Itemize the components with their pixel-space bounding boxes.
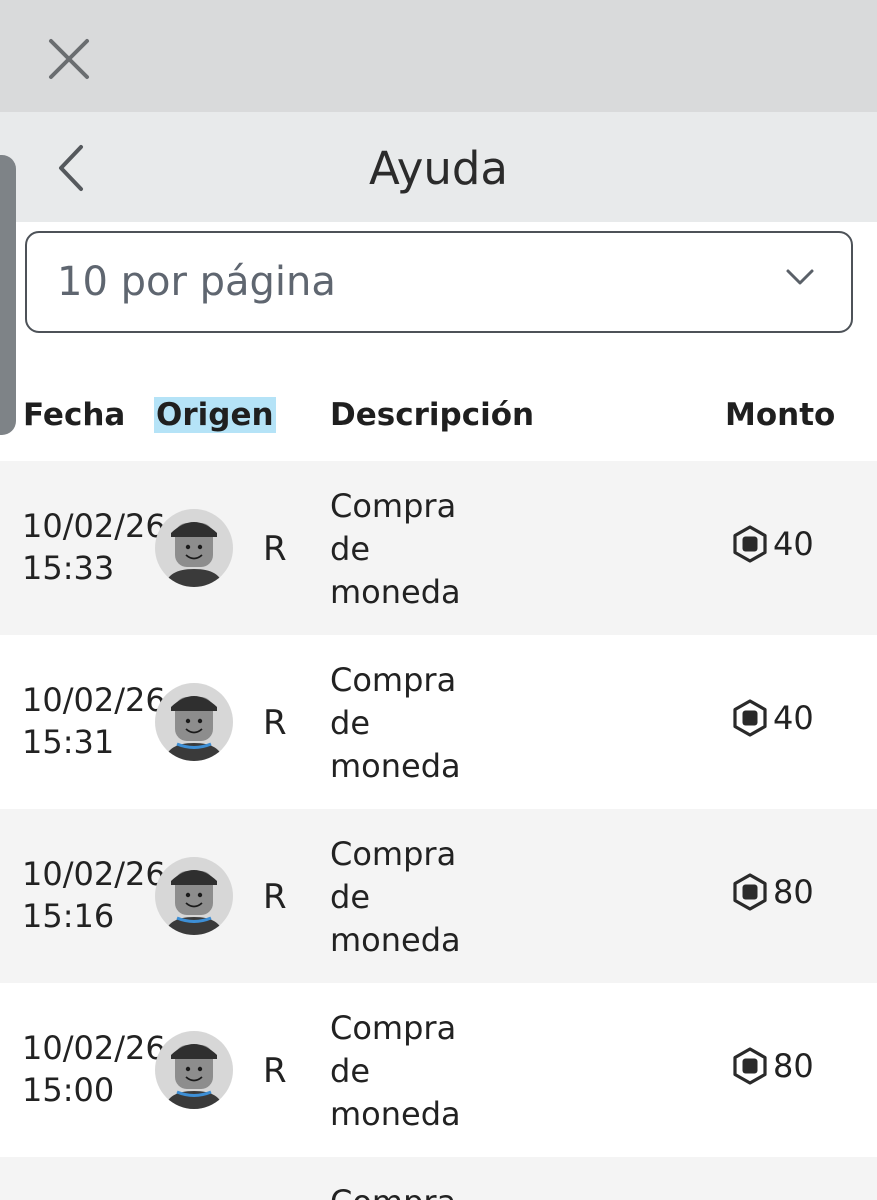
- desc-line: de: [330, 530, 370, 568]
- amount-value: 40: [773, 699, 814, 737]
- close-button[interactable]: [44, 34, 94, 84]
- row-date: 10/02/26 15:31: [22, 679, 166, 763]
- row-date-time: 15:33: [22, 549, 115, 587]
- row-date-day: 10/02/26: [22, 681, 166, 719]
- modal-top-bar: [0, 0, 877, 112]
- desc-line: Compra: [330, 1181, 530, 1200]
- row-description: Compra de moneda: [330, 485, 530, 614]
- origin-label: R: [263, 1051, 287, 1091]
- column-header-date[interactable]: Fecha: [23, 397, 125, 433]
- desc-line: de: [330, 704, 370, 742]
- amount-value: 80: [773, 1047, 814, 1085]
- desc-line: moneda: [330, 1095, 461, 1133]
- row-amount: 80: [731, 873, 814, 911]
- row-date-day: 10/02/26: [22, 855, 166, 893]
- avatar: [155, 683, 233, 761]
- row-date: 10/02/26 15:16: [22, 853, 166, 937]
- desc-line: Compra: [330, 487, 457, 525]
- desc-line: moneda: [330, 747, 461, 785]
- avatar-icon: [165, 696, 223, 761]
- robux-icon: [733, 699, 767, 737]
- side-scroll-tab[interactable]: [0, 155, 16, 435]
- column-header-origin[interactable]: Origen: [154, 397, 276, 433]
- row-description: Compra de moneda: [330, 1007, 530, 1136]
- column-header-amount[interactable]: Monto: [725, 397, 835, 433]
- table-row[interactable]: 10/02/26 15:31 R Compra de moneda 40: [0, 635, 877, 809]
- avatar-icon: [165, 870, 223, 935]
- avatar: [155, 857, 233, 935]
- table-row[interactable]: 10/02/26 15:33 R Compra de moneda 40: [0, 461, 877, 635]
- row-date-time: 15:00: [22, 1071, 115, 1109]
- table-row[interactable]: Compra: [0, 1157, 877, 1200]
- row-date-time: 15:16: [22, 897, 115, 935]
- avatar-icon: [165, 522, 223, 587]
- column-header-description[interactable]: Descripción: [330, 397, 534, 433]
- avatar-icon: [165, 1044, 223, 1109]
- amount-value: 80: [773, 873, 814, 911]
- row-date: 10/02/26 15:33: [22, 505, 166, 589]
- desc-line: Compra: [330, 835, 457, 873]
- desc-line: de: [330, 878, 370, 916]
- amount-value: 40: [773, 525, 814, 563]
- row-amount: 80: [731, 1047, 814, 1085]
- row-date: 10/02/26 15:00: [22, 1027, 166, 1111]
- desc-line: de: [330, 1052, 370, 1090]
- avatar: [155, 1031, 233, 1109]
- page-size-value: 10 por página: [57, 259, 336, 305]
- table-row[interactable]: 10/02/26 15:00 R Compra de moneda 80: [0, 983, 877, 1157]
- row-date-day: 10/02/26: [22, 1029, 166, 1067]
- robux-icon: [733, 525, 767, 563]
- row-amount: 40: [731, 699, 814, 737]
- origin-label: R: [263, 703, 287, 743]
- robux-icon: [733, 873, 767, 911]
- chevron-down-icon: [786, 269, 814, 285]
- desc-line: moneda: [330, 573, 461, 611]
- avatar: [155, 509, 233, 587]
- desc-line: Compra: [330, 1009, 457, 1047]
- origin-label: R: [263, 877, 287, 917]
- desc-line: moneda: [330, 921, 461, 959]
- page-title: Ayuda: [368, 142, 509, 195]
- row-date-time: 15:31: [22, 723, 115, 761]
- transactions-table: 10/02/26 15:33 R Compra de moneda 40 10/…: [0, 461, 877, 1200]
- row-description: Compra de moneda: [330, 659, 530, 788]
- close-icon: [49, 39, 89, 79]
- page-size-select[interactable]: 10 por página: [25, 231, 853, 333]
- origin-label: R: [263, 529, 287, 569]
- row-description: Compra de moneda: [330, 833, 530, 962]
- desc-line: Compra: [330, 661, 457, 699]
- row-description: Compra: [330, 1181, 530, 1200]
- row-amount: 40: [731, 525, 814, 563]
- table-row[interactable]: 10/02/26 15:16 R Compra de moneda 80: [0, 809, 877, 983]
- robux-icon: [733, 1047, 767, 1085]
- row-date-day: 10/02/26: [22, 507, 166, 545]
